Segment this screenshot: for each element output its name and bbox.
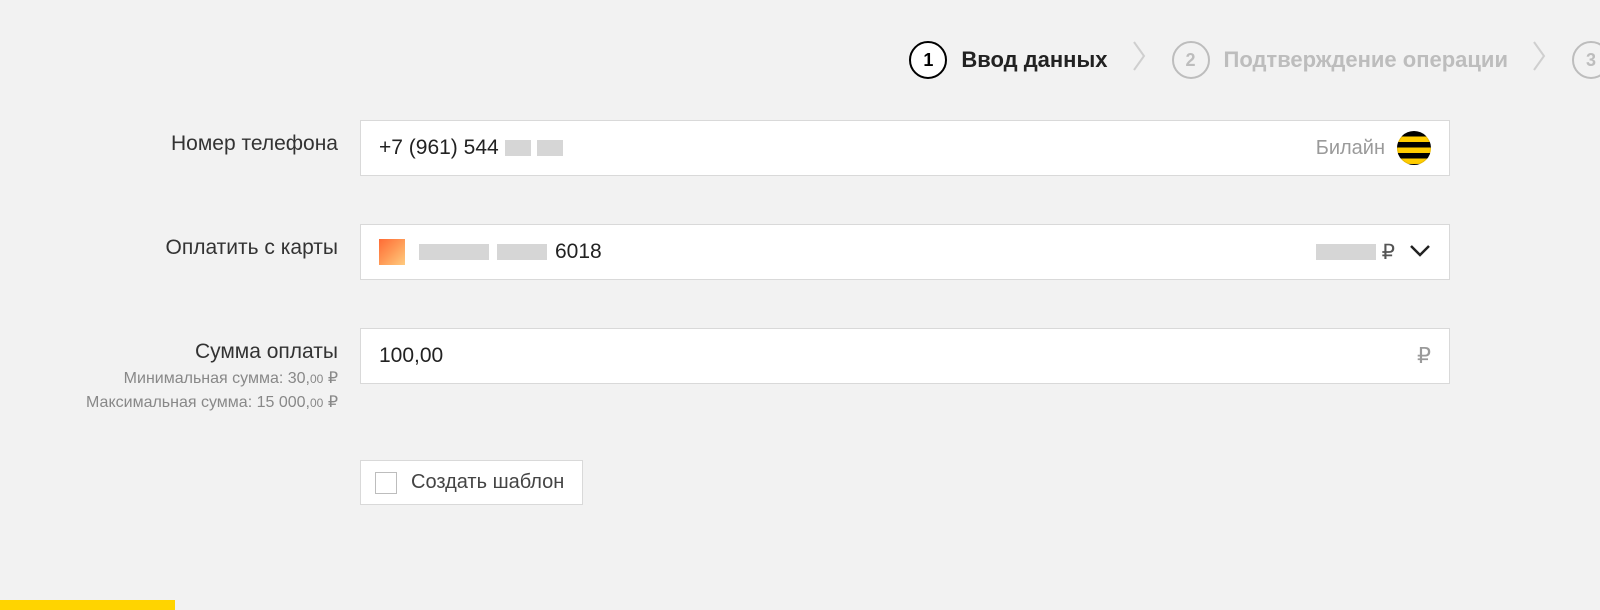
step-2-label: Подтверждение операции bbox=[1224, 47, 1509, 73]
redacted-block bbox=[1316, 244, 1376, 260]
create-template-toggle[interactable]: Создать шаблон bbox=[360, 460, 583, 505]
step-separator-icon bbox=[1128, 40, 1152, 80]
ruble-icon: ₽ bbox=[1417, 343, 1431, 369]
amount-row: Сумма оплаты Минимальная сумма: 30,00 ₽ … bbox=[0, 328, 1450, 412]
card-name: 6018 bbox=[419, 240, 602, 264]
create-template-label: Создать шаблон bbox=[411, 471, 564, 494]
redacted-block bbox=[497, 244, 547, 260]
step-2-number: 2 bbox=[1172, 41, 1210, 79]
phone-label: Номер телефона bbox=[0, 132, 338, 156]
amount-hint-min: Минимальная сумма: 30,00 ₽ bbox=[0, 368, 338, 388]
card-field-col: 6018 ₽ bbox=[360, 224, 1450, 280]
card-row: Оплатить с карты 6018 ₽ bbox=[0, 224, 1450, 280]
phone-label-col: Номер телефона bbox=[0, 120, 360, 156]
phone-row: Номер телефона +7 (961) 544 Билайн bbox=[0, 120, 1450, 176]
amount-input[interactable]: 100,00 ₽ bbox=[360, 328, 1450, 384]
step-separator-icon bbox=[1528, 40, 1552, 80]
amount-label: Сумма оплаты bbox=[0, 340, 338, 364]
beeline-icon bbox=[1397, 131, 1431, 165]
card-label-col: Оплатить с карты bbox=[0, 224, 360, 260]
phone-value: +7 (961) 544 bbox=[379, 136, 563, 160]
ruble-icon: ₽ bbox=[1382, 240, 1395, 265]
amount-hint-max: Максимальная сумма: 15 000,00 ₽ bbox=[0, 392, 338, 412]
phone-prefix: +7 (961) 544 bbox=[379, 136, 499, 160]
card-brand-icon bbox=[379, 239, 405, 265]
payment-form: Номер телефона +7 (961) 544 Билайн Оплат… bbox=[0, 120, 1600, 505]
operator-name: Билайн bbox=[1316, 137, 1385, 160]
operator-info: Билайн bbox=[1316, 131, 1431, 165]
accent-strip bbox=[0, 600, 175, 610]
phone-field-col: +7 (961) 544 Билайн bbox=[360, 120, 1450, 176]
card-last4: 6018 bbox=[555, 240, 602, 264]
amount-value: 100,00 bbox=[379, 344, 443, 368]
card-balance: ₽ bbox=[1316, 240, 1395, 265]
step-1-number: 1 bbox=[909, 41, 947, 79]
chevron-down-icon bbox=[1409, 240, 1431, 264]
step-2: 2 Подтверждение операции bbox=[1172, 41, 1509, 79]
card-select[interactable]: 6018 ₽ bbox=[360, 224, 1450, 280]
redacted-block bbox=[419, 244, 489, 260]
step-3-number: 3 bbox=[1572, 41, 1600, 79]
card-label: Оплатить с карты bbox=[0, 236, 338, 260]
step-1-label: Ввод данных bbox=[961, 47, 1107, 73]
redacted-block bbox=[505, 140, 531, 156]
step-3: 3 bbox=[1572, 41, 1600, 79]
redacted-block bbox=[537, 140, 563, 156]
amount-label-col: Сумма оплаты Минимальная сумма: 30,00 ₽ … bbox=[0, 328, 360, 412]
progress-stepper: 1 Ввод данных 2 Подтверждение операции 3 bbox=[0, 0, 1600, 120]
amount-field-col: 100,00 ₽ bbox=[360, 328, 1450, 384]
phone-input[interactable]: +7 (961) 544 Билайн bbox=[360, 120, 1450, 176]
checkbox-icon bbox=[375, 472, 397, 494]
step-1: 1 Ввод данных bbox=[909, 41, 1107, 79]
